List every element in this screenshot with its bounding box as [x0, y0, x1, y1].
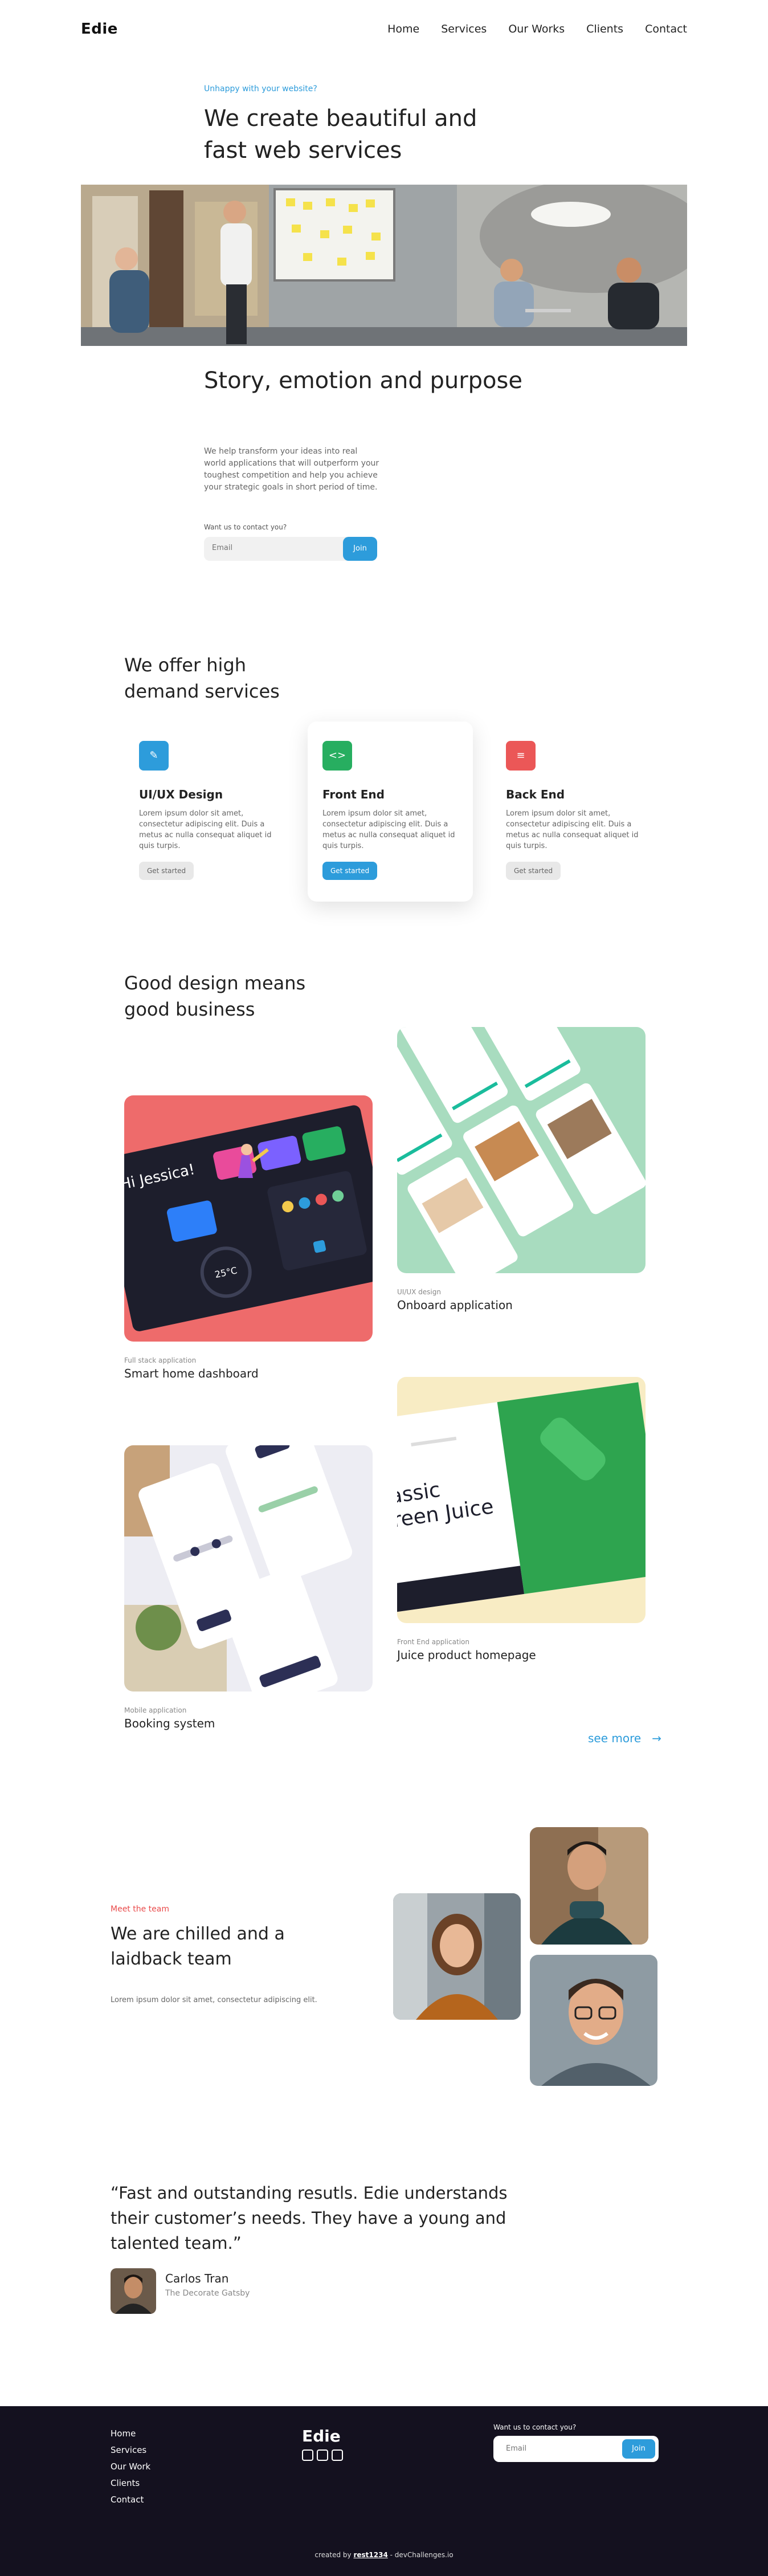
nav-item-clients[interactable]: Clients	[586, 23, 623, 35]
credit-prefix: created by	[314, 2551, 352, 2559]
story-text: We help transform your ideas into real w…	[204, 447, 379, 492]
works-title: Good design means good business	[124, 972, 306, 1020]
footer-contact-label: Want us to contact you?	[493, 2423, 577, 2431]
work-category: Full stack application	[124, 1356, 197, 1364]
testimonial-quote: “Fast and outstanding resutls. Edie unde…	[111, 2183, 508, 2253]
work-name: Smart home dashboard	[124, 1367, 259, 1380]
footer-link-home[interactable]: Home	[111, 2426, 150, 2442]
testimonial-role: The Decorate Gatsby	[165, 2289, 250, 2298]
code-icon: <>	[322, 741, 352, 771]
hero-team-photo	[81, 185, 687, 346]
service-card-backend: ≡ Back End Lorem ipsum dolor sit amet, c…	[491, 722, 656, 902]
work-card-smart-home[interactable]: Hi Jessica! 25°C Full stack application …	[124, 1095, 373, 1380]
server-icon: ≡	[506, 741, 536, 771]
service-text: Lorem ipsum dolor sit amet, consectetur …	[139, 809, 272, 850]
hero-title: We create beautiful and fast web service…	[204, 105, 477, 164]
footer-contact-form: Join	[493, 2436, 659, 2462]
service-card-uiux: ✎ UI/UX Design Lorem ipsum dolor sit ame…	[124, 722, 289, 902]
email-input[interactable]	[212, 544, 326, 552]
see-more-label: see more	[588, 1731, 642, 1745]
service-title: Back End	[506, 788, 565, 801]
work-card-booking[interactable]: Mobile application Booking system	[124, 1445, 373, 1730]
work-category: UI/UX design	[397, 1288, 441, 1296]
see-more-link[interactable]: see more →	[588, 1731, 661, 1745]
work-category: Front End application	[397, 1638, 469, 1646]
social-links	[302, 2449, 343, 2461]
contact-label: Want us to contact you?	[204, 523, 287, 531]
footer-link-our-work[interactable]: Our Work	[111, 2459, 150, 2475]
linkedin-icon[interactable]	[317, 2449, 328, 2461]
service-title: UI/UX Design	[139, 788, 223, 801]
credit-line: created by rest1234 - devChallenges.io	[0, 2551, 768, 2559]
avatar	[111, 2268, 156, 2314]
team-photo-man-glasses	[530, 1955, 657, 2086]
join-button[interactable]: Join	[343, 537, 377, 561]
service-text: Lorem ipsum dolor sit amet, consectetur …	[506, 809, 639, 850]
team-photo-woman	[393, 1893, 521, 2020]
work-thumbnail: Hi Jessica! 25°C	[124, 1095, 373, 1342]
twitter-icon[interactable]	[332, 2449, 343, 2461]
nav-menu: Home Services Our Works Clients Contact	[387, 23, 687, 35]
footer: Home Services Our Work Clients Contact E…	[0, 2406, 768, 2576]
footer-link-services[interactable]: Services	[111, 2442, 150, 2459]
work-card-juice[interactable]: assic reen Juice Front End application J…	[397, 1377, 646, 1662]
instagram-icon[interactable]	[302, 2449, 313, 2461]
nav-item-services[interactable]: Services	[441, 23, 487, 35]
work-thumbnail	[124, 1445, 373, 1691]
arrow-right-icon: →	[644, 1731, 662, 1745]
team-photo-man-scarf	[530, 1827, 648, 1945]
work-name: Onboard application	[397, 1298, 513, 1312]
work-thumbnail	[397, 1027, 646, 1273]
service-title: Front End	[322, 788, 385, 801]
get-started-button[interactable]: Get started	[506, 862, 561, 880]
testimonial-name: Carlos Tran	[165, 2272, 229, 2285]
footer-logo[interactable]: Edie	[302, 2427, 341, 2445]
service-text: Lorem ipsum dolor sit amet, consectetur …	[322, 809, 455, 850]
nav-item-contact[interactable]: Contact	[645, 23, 687, 35]
work-name: Booking system	[124, 1717, 215, 1730]
work-name: Juice product homepage	[397, 1648, 536, 1662]
footer-links: Home Services Our Work Clients Contact	[111, 2426, 150, 2508]
team-text: Lorem ipsum dolor sit amet, consectetur …	[111, 1996, 317, 2004]
top-nav: Edie Home Services Our Works Clients Con…	[81, 21, 687, 39]
get-started-button[interactable]: Get started	[322, 862, 378, 880]
work-card-onboard[interactable]: UI/UX design Onboard application	[397, 1027, 646, 1312]
footer-join-button[interactable]: Join	[622, 2439, 655, 2459]
get-started-button[interactable]: Get started	[139, 862, 194, 880]
team-title: We are chilled and a laidback team	[111, 1924, 285, 1969]
services-title: We offer high demand services	[124, 654, 280, 702]
credit-suffix: - devChallenges.io	[390, 2551, 454, 2559]
pencil-icon: ✎	[139, 741, 169, 771]
credit-user-link[interactable]: rest1234	[353, 2551, 387, 2559]
footer-email-input[interactable]	[506, 2444, 597, 2453]
service-card-frontend: <> Front End Lorem ipsum dolor sit amet,…	[308, 722, 473, 902]
nav-item-our-works[interactable]: Our Works	[508, 23, 565, 35]
nav-item-home[interactable]: Home	[387, 23, 419, 35]
logo[interactable]: Edie	[81, 21, 118, 38]
hero-eyebrow: Unhappy with your website?	[204, 84, 317, 93]
story-title: Story, emotion and purpose	[204, 368, 522, 394]
footer-link-clients[interactable]: Clients	[111, 2475, 150, 2492]
work-category: Mobile application	[124, 1706, 187, 1714]
contact-form: Join	[204, 537, 377, 561]
work-thumbnail: assic reen Juice	[397, 1377, 646, 1623]
team-eyebrow: Meet the team	[111, 1905, 169, 1914]
footer-link-contact[interactable]: Contact	[111, 2492, 150, 2508]
